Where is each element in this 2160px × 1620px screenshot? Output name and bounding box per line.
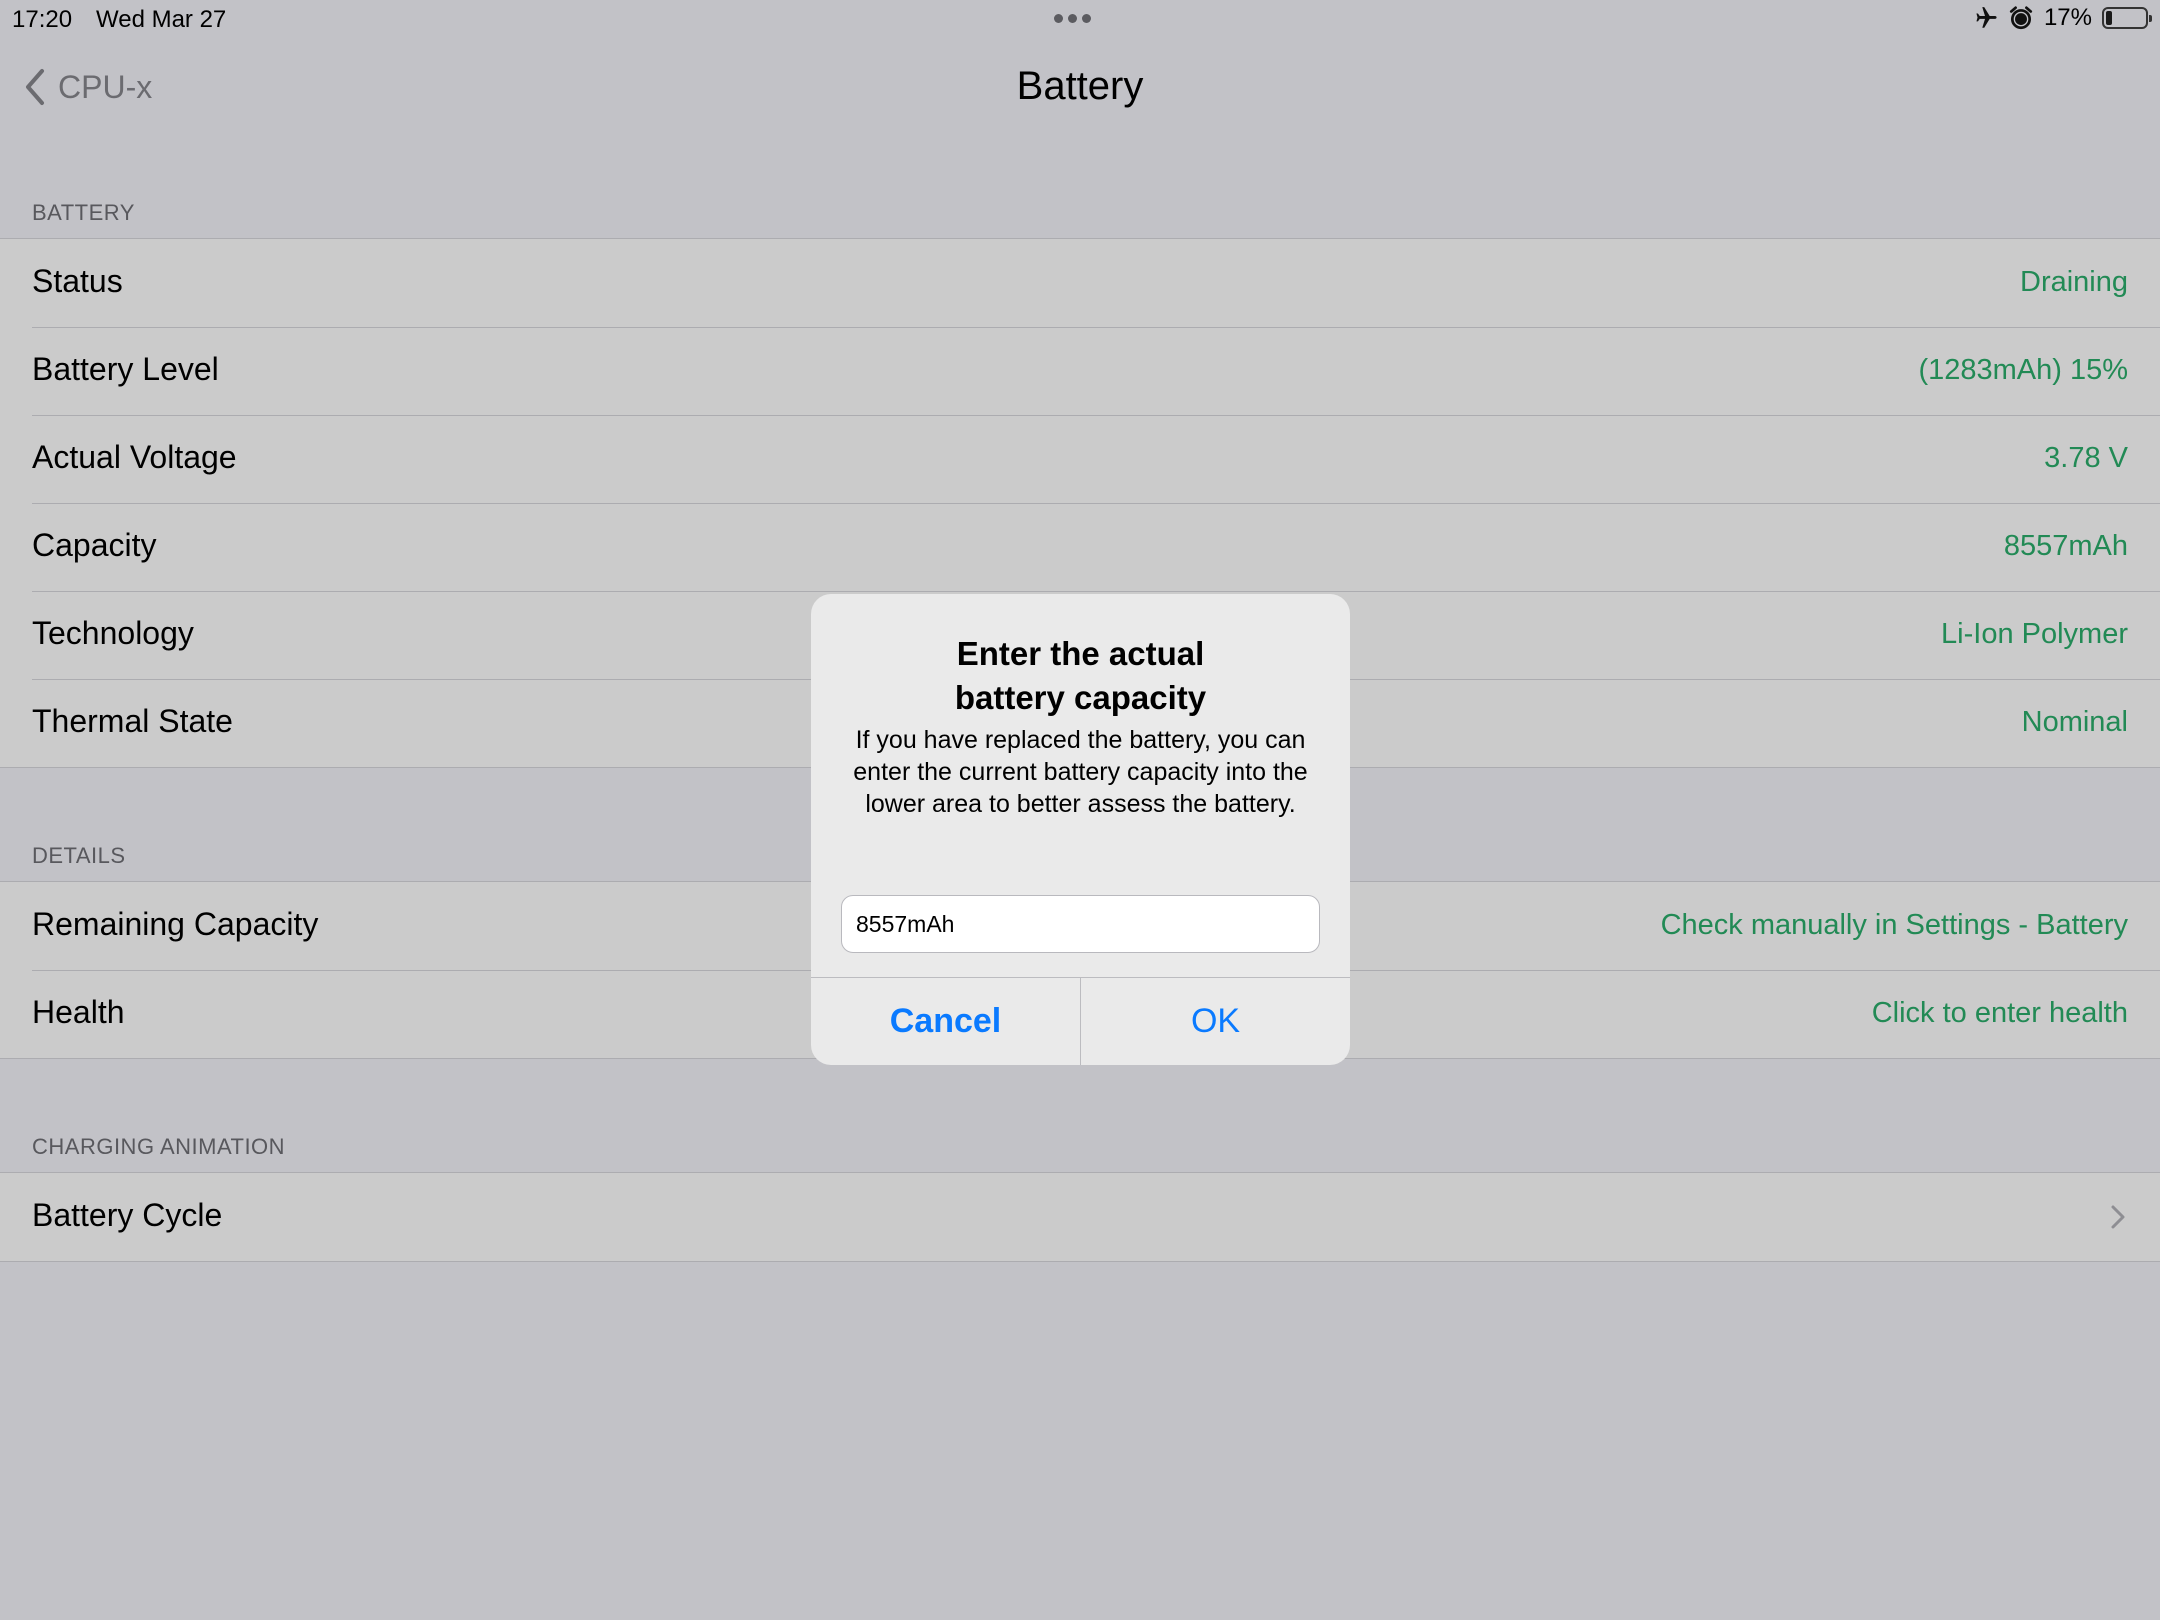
battery-fill <box>2106 11 2112 25</box>
row-label: Capacity <box>32 527 157 563</box>
capacity-alert-dialog: Enter the actual battery capacity If you… <box>811 594 1350 1065</box>
multitasking-dots-icon[interactable] <box>1054 14 1091 23</box>
row-value: (1283mAh) 15% <box>1918 354 2128 386</box>
battery-percent: 17% <box>2043 4 2092 31</box>
status-date: Wed Mar 27 <box>96 6 227 33</box>
row-battery-level: Battery Level (1283mAh) 15% <box>0 327 2160 415</box>
row-label: Actual Voltage <box>32 439 237 475</box>
section-header-details: DETAILS <box>32 843 126 868</box>
airplane-icon <box>1976 7 1997 28</box>
charging-animation-group: Battery Cycle <box>0 1172 2160 1262</box>
section-header-battery: BATTERY <box>32 200 135 225</box>
alarm-icon <box>2009 6 2033 30</box>
row-label: Remaining Capacity <box>32 906 319 942</box>
row-value: Click to enter health <box>1871 997 2128 1029</box>
capacity-input[interactable] <box>841 895 1320 953</box>
row-value: 3.78 V <box>2044 442 2128 474</box>
row-value: Draining <box>2020 266 2128 298</box>
row-capacity[interactable]: Capacity 8557mAh <box>0 503 2160 591</box>
row-value: 8557mAh <box>2003 530 2128 562</box>
row-actual-voltage: Actual Voltage 3.78 V <box>0 415 2160 503</box>
row-value: Li-Ion Polymer <box>1941 618 2128 650</box>
section-header-charging-animation: CHARGING ANIMATION <box>32 1134 286 1159</box>
row-label: Technology <box>32 615 194 651</box>
alert-title: Enter the actual battery capacity <box>954 635 1207 716</box>
row-label: Status <box>32 263 123 299</box>
ok-button[interactable]: OK <box>1080 978 1350 1065</box>
battery-icon <box>2102 7 2152 29</box>
row-value: Check manually in Settings - Battery <box>1660 909 2128 941</box>
status-time: 17:20 <box>12 6 73 33</box>
page-title: Battery <box>1016 64 1144 108</box>
row-battery-cycle[interactable]: Battery Cycle <box>0 1173 2160 1261</box>
chevron-right-icon <box>2111 1205 2125 1229</box>
row-label: Battery Level <box>32 351 219 387</box>
alert-message: If you have replaced the battery, you ca… <box>853 726 1308 818</box>
row-status: Status Draining <box>0 239 2160 327</box>
row-label: Health <box>32 994 125 1030</box>
navigation-bar: CPU-x Battery <box>0 40 2160 140</box>
status-bar: 17:20 Wed Mar 27 17% <box>0 0 2160 40</box>
row-label: Battery Cycle <box>32 1197 223 1233</box>
cancel-button[interactable]: Cancel <box>811 978 1080 1065</box>
alert-button-bar: Cancel OK <box>811 977 1350 1065</box>
row-value: Nominal <box>2021 706 2128 738</box>
status-indicators: 17% <box>1972 4 2152 32</box>
row-label: Thermal State <box>32 703 233 739</box>
